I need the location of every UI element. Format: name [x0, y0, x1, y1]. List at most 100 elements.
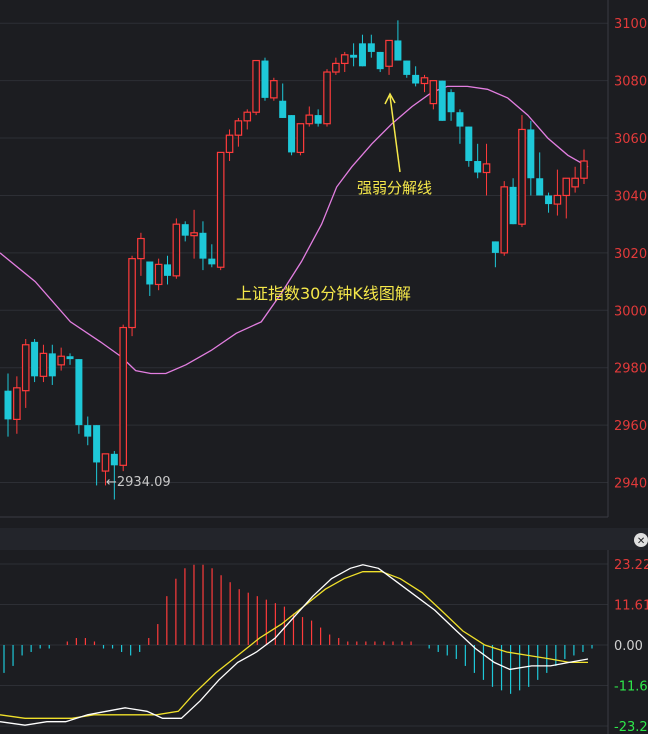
- candle-body: [128, 258, 136, 329]
- candle-body: [4, 390, 12, 420]
- macd-tick-label: 11.61: [614, 599, 648, 614]
- candle: [128, 255, 136, 337]
- candle: [447, 89, 455, 121]
- candle: [21, 339, 30, 408]
- price-tick-label: 2960: [614, 419, 647, 434]
- candle: [376, 51, 384, 73]
- candle-body: [465, 126, 473, 162]
- ma-annotation-arrow: [389, 95, 401, 173]
- candle: [234, 117, 243, 147]
- candle: [84, 416, 92, 446]
- candle: [164, 255, 172, 285]
- candle-body: [438, 80, 446, 121]
- candle-body: [580, 160, 588, 179]
- candle-body: [199, 232, 207, 259]
- candle-body: [172, 223, 181, 277]
- candle: [580, 149, 588, 184]
- candle: [225, 129, 234, 162]
- candle-body: [340, 54, 349, 65]
- kline-chart: 3100 3080 3060 3040 3020 3000 2980 2960 2940 23.…: [0, 0, 648, 734]
- candle: [48, 344, 56, 385]
- price-tick-label: 3020: [614, 247, 647, 262]
- candle-body: [367, 43, 375, 52]
- price-tick-label: 2980: [614, 362, 647, 377]
- candle: [509, 178, 517, 225]
- candle-body: [376, 51, 384, 70]
- candle-body: [403, 60, 411, 75]
- candle: [154, 258, 163, 291]
- candle: [500, 181, 509, 256]
- candle: [314, 109, 322, 127]
- candle-body: [66, 356, 74, 360]
- candle-body: [288, 115, 296, 153]
- candle-body: [31, 341, 39, 377]
- candle-body: [545, 195, 553, 205]
- candle: [66, 353, 74, 365]
- panel-divider: [0, 528, 648, 550]
- candle-body: [447, 92, 455, 113]
- candle-body: [234, 120, 243, 136]
- candle: [482, 143, 491, 196]
- macd-tick-label: 23.22: [614, 558, 648, 573]
- macd-tick-label: -23.22: [614, 720, 648, 734]
- low-marker: ←2934.09: [106, 475, 171, 490]
- macd-tick-label: -11.61: [614, 680, 648, 695]
- candle-body: [261, 60, 269, 98]
- candle-body: [500, 186, 509, 254]
- candle-body: [216, 151, 225, 268]
- macd-grid: [0, 563, 608, 727]
- candle: [261, 57, 269, 101]
- candle: [252, 59, 260, 116]
- candle-body: [509, 186, 517, 225]
- macd-axis: 23.22 11.61 0.00 -11.61 -23.22: [607, 550, 648, 734]
- candle: [420, 74, 429, 93]
- candle: [553, 169, 562, 216]
- candle-body: [21, 344, 30, 392]
- candle: [358, 34, 366, 67]
- candle-body: [48, 353, 56, 377]
- candle-body: [146, 261, 154, 285]
- candle: [438, 80, 446, 121]
- candle: [429, 80, 438, 110]
- candle: [146, 261, 154, 296]
- candle: [385, 39, 393, 75]
- candle: [119, 324, 128, 472]
- candle: [199, 221, 207, 271]
- candle-body: [164, 264, 172, 276]
- candle: [137, 232, 145, 276]
- candle: [216, 151, 225, 271]
- candle: [518, 115, 526, 228]
- price-tick-label: 3060: [614, 132, 647, 147]
- main-annotation: 上证指数30分钟K线图解: [236, 284, 411, 303]
- candle: [527, 120, 535, 196]
- candle: [340, 51, 349, 73]
- candle-body: [482, 163, 491, 174]
- candle-body: [119, 326, 128, 466]
- candle: [562, 177, 571, 219]
- candle-body: [181, 224, 189, 236]
- candle-body: [110, 453, 118, 466]
- candle-body: [154, 263, 163, 286]
- candle-body: [101, 453, 110, 472]
- candle-body: [571, 177, 579, 188]
- candle-body: [270, 80, 278, 99]
- candle-body: [84, 425, 92, 437]
- close-button[interactable]: ✕: [634, 533, 648, 547]
- candle-body: [420, 77, 429, 85]
- candle-body: [208, 258, 216, 265]
- candle: [350, 43, 358, 67]
- candle-body: [474, 161, 482, 173]
- candle-body: [491, 241, 499, 253]
- candle-body: [456, 112, 464, 127]
- main-grid: [0, 22, 608, 484]
- candle: [4, 373, 12, 437]
- candle-body: [323, 71, 331, 125]
- candle: [270, 77, 278, 101]
- price-tick-label: 3000: [614, 304, 647, 319]
- candle-body: [429, 80, 438, 105]
- candle-body: [562, 177, 571, 197]
- candle-body: [75, 359, 83, 426]
- candle-body: [412, 74, 420, 84]
- candle: [465, 126, 473, 167]
- candle-body: [296, 123, 305, 154]
